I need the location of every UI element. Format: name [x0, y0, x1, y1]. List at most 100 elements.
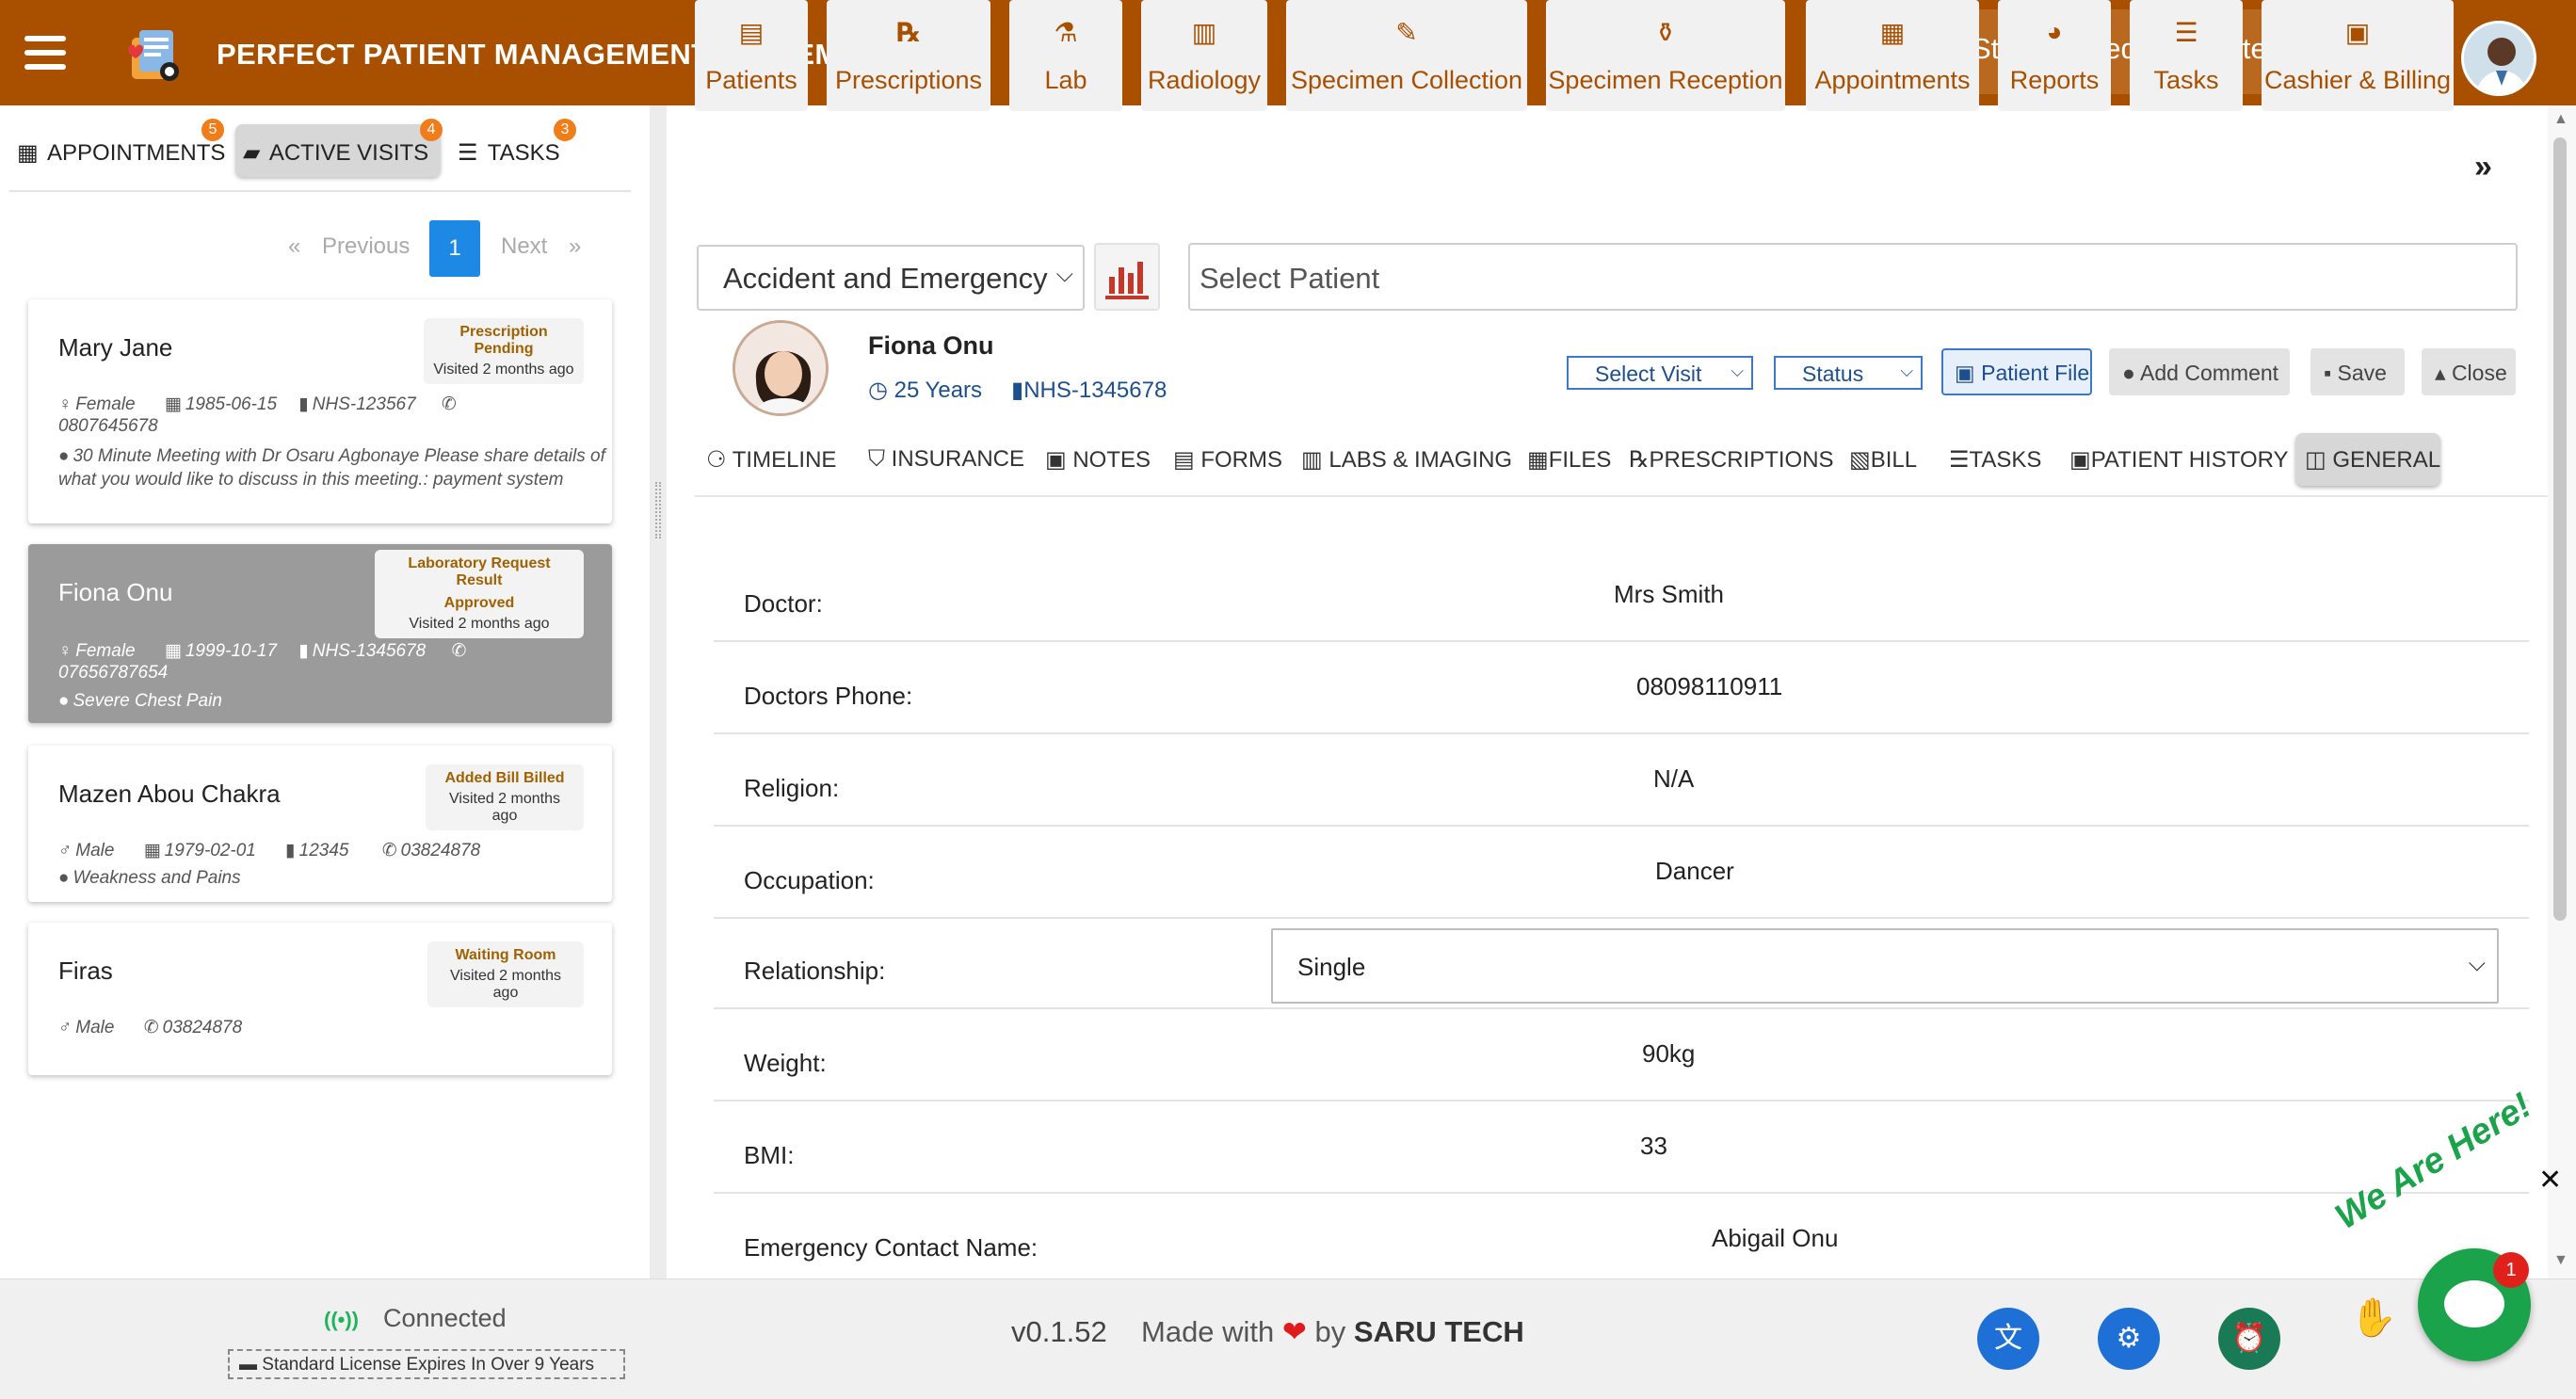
module-specimen-collection[interactable]: ✎ Specimen Collection	[1286, 0, 1527, 111]
visit-card-mazen-abou-chakra[interactable]: Mazen Abou Chakra Added Bill Billed Visi…	[28, 746, 612, 902]
visit-card-fiona-onu[interactable]: Fiona Onu Laboratory Request Result Appr…	[28, 544, 612, 723]
phone-icon: ✆	[451, 641, 467, 661]
tab-active-visits[interactable]: ▰ ACTIVE VISITS 4	[235, 119, 443, 177]
tab-bill[interactable]: ▧BILL	[1840, 433, 1930, 486]
scrollbar-thumb[interactable]	[2553, 137, 2567, 921]
visit-phone: 07656787654	[58, 663, 169, 683]
patient-file-button[interactable]: ▣ Patient File	[1941, 348, 2092, 395]
department-select[interactable]: Accident and Emergency ⌵	[697, 245, 1085, 311]
patient-age-text: 25 Years	[894, 378, 983, 403]
visit-date-text: Visited 2 months ago	[450, 968, 561, 1001]
detail-row-bmi: BMI: 33	[714, 1103, 2529, 1194]
tab-labs-imaging[interactable]: ▥ LABS & IMAGING	[1292, 433, 1514, 486]
select-visit-dropdown[interactable]: Select Visit ⌵	[1567, 356, 1753, 390]
visit-patient-name: Fiona Onu	[58, 578, 173, 606]
pie-chart-icon: ◕	[2046, 17, 2063, 46]
visit-nhs: 12345	[298, 841, 349, 860]
female-icon: ♀	[58, 641, 72, 661]
visit-date-text: Visited 2 months ago	[409, 616, 550, 632]
alarm-button[interactable]: ⏰	[2218, 1308, 2280, 1370]
hamburger-menu-icon[interactable]	[24, 36, 66, 70]
alarm-clock-icon: ⏰	[2231, 1323, 2267, 1354]
connection-text: Connected	[383, 1304, 507, 1332]
module-specimen-reception[interactable]: ⚱ Specimen Reception	[1546, 0, 1785, 111]
divider	[9, 190, 631, 192]
module-patients[interactable]: ▤ Patients	[695, 0, 808, 111]
module-prescriptions[interactable]: ℞ Prescriptions	[827, 0, 990, 111]
module-lab[interactable]: ⚗ Lab	[1009, 0, 1122, 111]
tab-notes[interactable]: ▣ NOTES	[1036, 433, 1154, 486]
tab-label: LABS & IMAGING	[1328, 447, 1513, 473]
tab-tasks[interactable]: ☰ TASKS 3	[450, 119, 576, 177]
id-card-icon: ▮	[298, 394, 309, 414]
tab-files[interactable]: ▦FILES	[1518, 433, 1612, 486]
stats-chart-button[interactable]	[1094, 243, 1160, 311]
phone-icon: ✆	[441, 394, 457, 414]
patient-search-input[interactable]: Select Patient	[1188, 243, 2518, 311]
module-label: Cashier & Billing	[2263, 66, 2452, 94]
module-radiology[interactable]: ▥ Radiology	[1141, 0, 1267, 111]
license-info: ▬ Standard License Expires In Over 9 Yea…	[228, 1349, 625, 1379]
tab-forms[interactable]: ▤ FORMS	[1164, 433, 1286, 486]
drag-handle-icon[interactable]	[655, 482, 661, 539]
history-icon: ▣	[2069, 447, 2091, 473]
close-button[interactable]: ▴ Close	[2422, 348, 2516, 395]
pager-previous[interactable]: Previous	[322, 233, 410, 260]
module-label: Reports	[2009, 66, 2100, 94]
tab-timeline[interactable]: ⚆ TIMELINE	[697, 433, 853, 486]
module-appointments[interactable]: ▦ Appointments	[1806, 0, 1979, 111]
calendar-check-icon: ▦	[17, 140, 39, 166]
detail-value: 33	[1640, 1132, 1667, 1160]
visit-dob: 1999-10-17	[185, 641, 278, 661]
patient-photo	[733, 320, 829, 416]
tab-appointments[interactable]: ▦ APPOINTMENTS 5	[9, 119, 225, 177]
tab-patient-history[interactable]: ▣PATIENT HISTORY	[2060, 433, 2289, 486]
module-cashier-billing[interactable]: ▣ Cashier & Billing	[2262, 0, 2454, 111]
module-reports[interactable]: ◕ Reports	[1998, 0, 2111, 111]
module-label: Tasks	[2153, 66, 2219, 94]
tab-label: PRESCRIPTIONS	[1649, 447, 1834, 473]
tab-insurance[interactable]: ⛉ INSURANCE	[859, 433, 1032, 486]
patient-search-placeholder: Select Patient	[1199, 262, 1380, 295]
more-modules-icon[interactable]: »	[2474, 149, 2492, 185]
scroll-up-icon[interactable]: ▲	[2553, 111, 2568, 128]
tab-active-visits-label: ACTIVE VISITS	[268, 140, 429, 166]
tab-tasks-patient[interactable]: ☰TASKS	[1940, 433, 2053, 486]
chevron-down-icon: ⌵	[1731, 362, 1744, 380]
tab-general[interactable]: ◫ GENERAL	[2295, 433, 2440, 486]
calendar-icon: ▦	[164, 641, 182, 661]
relationship-select[interactable]: Single ⌵	[1271, 928, 2499, 1004]
pager-next-glyph: »	[569, 233, 582, 259]
detail-row-relationship: Relationship: Single ⌵	[714, 919, 2529, 1009]
tab-tasks-label: TASKS	[487, 140, 560, 166]
visit-nhs: NHS-1345678	[312, 641, 427, 661]
visit-status-text: Prescription Pending	[459, 324, 548, 357]
vials-icon: ⚱	[1654, 18, 1677, 47]
chevron-down-icon: ⌵	[1900, 362, 1913, 380]
visit-reason-text: 30 Minute Meeting with Dr Osaru Agbonaye…	[58, 446, 605, 490]
translate-button[interactable]: 文	[1977, 1308, 2039, 1370]
tab-label: INSURANCE	[891, 446, 1025, 472]
add-comment-button[interactable]: ● Add Comment	[2109, 348, 2290, 395]
visit-card-firas[interactable]: Firas Waiting Room Visited 2 months ago …	[28, 923, 612, 1075]
visit-card-mary-jane[interactable]: Mary Jane Prescription Pending Visited 2…	[28, 299, 612, 523]
visit-reason: ● Weakness and Pains	[58, 866, 614, 890]
prescription-icon: ℞	[896, 18, 921, 47]
panel-splitter[interactable]	[650, 105, 667, 1278]
phone-icon: ✆	[381, 841, 397, 860]
module-tasks[interactable]: ☰ Tasks	[2130, 0, 2243, 111]
tab-label: TASKS	[1969, 447, 2042, 473]
pager-next[interactable]: Next	[501, 233, 547, 260]
settings-button[interactable]: ⚙	[2098, 1308, 2160, 1370]
department-value: Accident and Emergency	[723, 262, 1048, 295]
tab-label: BILL	[1870, 447, 1918, 473]
save-button[interactable]: ▪ Save	[2310, 348, 2405, 395]
tab-prescriptions[interactable]: ℞PRESCRIPTIONS	[1619, 433, 1834, 486]
scroll-down-icon[interactable]: ▼	[2553, 1252, 2568, 1269]
patient-nhs: ▮NHS-1345678	[1011, 377, 1167, 404]
close-icon[interactable]: ✕	[2538, 1164, 2562, 1197]
status-dropdown[interactable]: Status ⌵	[1774, 356, 1923, 390]
visit-status-text: Added Bill Billed	[444, 770, 565, 786]
pager-page-1[interactable]: 1	[429, 220, 480, 277]
user-avatar[interactable]	[2461, 21, 2536, 96]
